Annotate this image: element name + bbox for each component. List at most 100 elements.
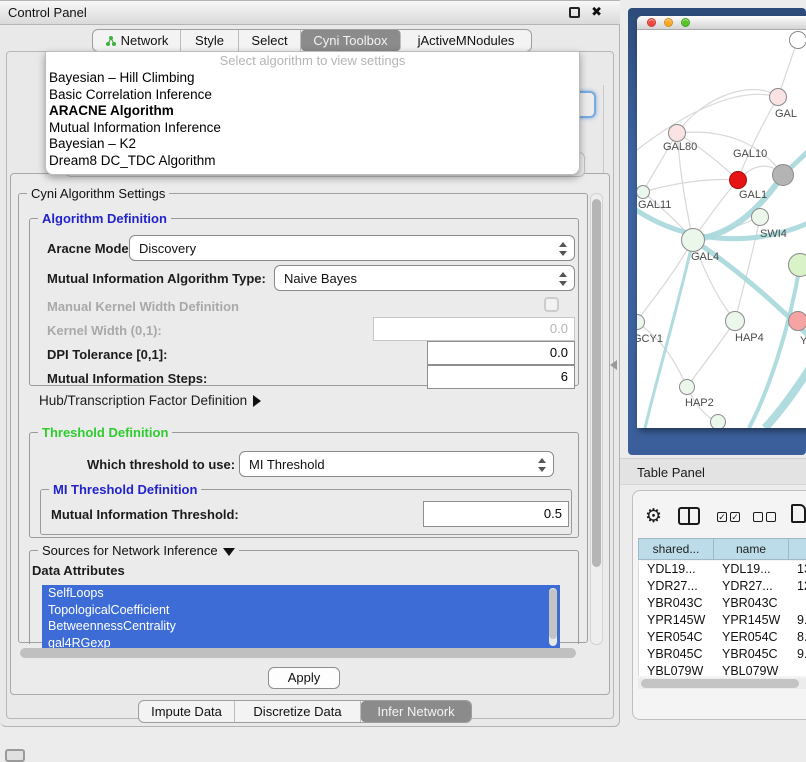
checked-box-icon[interactable]: ✓ xyxy=(730,512,740,522)
tab-cyni-toolbox[interactable]: Cyni Toolbox xyxy=(301,30,401,51)
node-label: GAL80 xyxy=(663,141,697,153)
table-panel-title: Table Panel xyxy=(637,465,705,480)
control-panel-titlebar[interactable]: Control Panel ✖ xyxy=(0,1,620,25)
network-node[interactable] xyxy=(769,88,787,106)
aracne-mode-combo[interactable]: Discovery xyxy=(129,235,575,261)
dropdown-item[interactable]: Basic Correlation Inference xyxy=(46,87,579,104)
node-label: GAL1 xyxy=(739,189,767,201)
dropdown-item[interactable]: Dream8 DC_TDC Algorithm xyxy=(46,153,579,170)
dpi-tolerance-field[interactable]: 0.0 xyxy=(427,341,575,365)
mi-threshold-definition-group: MI Threshold Definition Mutual Informati… xyxy=(40,489,572,535)
kernel-width-field[interactable]: 0.0 xyxy=(373,317,575,341)
dropdown-placeholder: Select algorithm to view settings xyxy=(46,52,579,70)
which-threshold-combo[interactable]: MI Threshold xyxy=(239,451,554,477)
table-doc-icon[interactable] xyxy=(791,504,806,523)
table-row[interactable]: YDR27...YDR27...12 xyxy=(639,578,806,595)
dropdown-item-selected[interactable]: ARACNE Algorithm xyxy=(46,103,579,120)
list-item-selected[interactable]: BetweennessCentrality xyxy=(42,618,560,635)
network-node[interactable] xyxy=(679,379,695,395)
algorithm-dropdown-popup: Select algorithm to view settings Bayesi… xyxy=(45,51,580,175)
tab-label: Infer Network xyxy=(377,704,454,719)
aracne-mode-label: Aracne Mode: xyxy=(47,241,133,256)
algorithm-definition-group: Algorithm Definition Aracne Mode: Discov… xyxy=(29,218,579,386)
which-threshold-label: Which threshold to use: xyxy=(87,457,235,472)
column-header[interactable] xyxy=(789,539,806,559)
settings-vertical-scrollbar[interactable] xyxy=(590,193,603,645)
dropdown-item[interactable]: Bayesian – Hill Climbing xyxy=(46,70,579,87)
close-icon[interactable]: ✖ xyxy=(591,4,602,20)
table-row[interactable]: YER054CYER054C8. xyxy=(639,629,806,646)
network-node[interactable] xyxy=(788,253,806,277)
mi-steps-label: Mutual Information Steps: xyxy=(47,371,207,386)
network-node[interactable] xyxy=(668,124,686,142)
network-node[interactable] xyxy=(772,164,794,186)
column-header[interactable]: name xyxy=(714,539,789,559)
stepper-arrows-icon xyxy=(559,242,567,256)
group-title: MI Threshold Definition xyxy=(49,482,201,497)
tab-jactivemnodules[interactable]: jActiveMNodules xyxy=(401,30,531,51)
cyni-bottom-tabbar: Impute Data Discretize Data Infer Networ… xyxy=(138,700,472,723)
unchecked-box-icon[interactable] xyxy=(766,512,776,522)
list-item-selected[interactable]: SelfLoops xyxy=(42,585,560,602)
tab-label: Select xyxy=(251,33,287,48)
node-label: HAP4 xyxy=(735,332,764,344)
network-node[interactable] xyxy=(789,31,806,49)
mi-threshold-field[interactable]: 0.5 xyxy=(423,501,569,527)
mi-steps-field[interactable]: 6 xyxy=(427,365,575,389)
table-body: YDL19...YDL19...13 YDR27...YDR27...12 YB… xyxy=(638,561,806,676)
float-panel-icon[interactable] xyxy=(569,7,580,18)
network-canvas[interactable]: GAL GAL80 GAL10 GAL11 GAL1 SWI4 GAL4 GCY… xyxy=(637,30,806,428)
group-title: Threshold Definition xyxy=(38,425,172,440)
zoom-traffic-light[interactable] xyxy=(681,18,690,27)
tab-style[interactable]: Style xyxy=(181,30,239,51)
tab-label: jActiveMNodules xyxy=(418,33,515,48)
mi-algorithm-type-combo[interactable]: Naive Bayes xyxy=(274,265,575,291)
splitter-collapse-icon[interactable] xyxy=(610,360,617,370)
dropdown-item[interactable]: Bayesian – K2 xyxy=(46,136,579,153)
close-traffic-light[interactable] xyxy=(647,18,656,27)
column-header[interactable]: shared... xyxy=(639,539,714,559)
sources-toggle[interactable]: Sources for Network Inference xyxy=(38,543,239,558)
list-scrollbar[interactable] xyxy=(549,588,557,646)
combo-value: Naive Bayes xyxy=(284,266,357,292)
tab-label: Cyni Toolbox xyxy=(313,33,387,48)
tab-impute-data[interactable]: Impute Data xyxy=(139,701,235,722)
tab-label: Discretize Data xyxy=(253,704,341,719)
manual-kernel-checkbox[interactable] xyxy=(544,297,559,312)
node-label: GAL xyxy=(775,108,797,120)
table-row[interactable]: YBR045CYBR045C9. xyxy=(639,646,806,663)
network-node[interactable] xyxy=(788,311,806,331)
tab-infer-network[interactable]: Infer Network xyxy=(361,701,471,722)
tab-select[interactable]: Select xyxy=(239,30,301,51)
table-row[interactable]: YBR043CYBR043C xyxy=(639,595,806,612)
checked-box-icon[interactable]: ✓ xyxy=(717,512,727,522)
tab-network[interactable]: Network xyxy=(93,30,181,51)
columns-icon[interactable] xyxy=(678,507,700,525)
network-node[interactable] xyxy=(710,414,726,428)
table-row[interactable]: YPR145WYPR145W9. xyxy=(639,612,806,629)
minimized-panel-icon[interactable] xyxy=(5,749,25,762)
dropdown-item[interactable]: Mutual Information Inference xyxy=(46,120,579,137)
unchecked-box-icon[interactable] xyxy=(753,512,763,522)
group-title: Algorithm Definition xyxy=(38,211,171,226)
hub-definition-label: Hub/Transcription Factor Definition xyxy=(39,393,247,408)
table-row[interactable]: YDL19...YDL19...13 xyxy=(639,561,806,578)
tab-label: Impute Data xyxy=(151,704,222,719)
settings-horizontal-scrollbar[interactable] xyxy=(18,647,588,659)
apply-button[interactable]: Apply xyxy=(268,667,340,689)
network-node-selected[interactable] xyxy=(729,171,747,189)
network-node[interactable] xyxy=(681,228,705,252)
network-node[interactable] xyxy=(725,311,745,331)
hidden-groupbox-edge xyxy=(603,85,604,173)
table-panel-header[interactable]: Table Panel xyxy=(620,458,806,485)
list-item-selected[interactable]: TopologicalCoefficient xyxy=(42,602,560,619)
hub-definition-toggle[interactable]: Hub/Transcription Factor Definition xyxy=(39,393,261,408)
table-horizontal-scrollbar[interactable] xyxy=(638,678,806,689)
network-window-titlebar[interactable] xyxy=(637,16,806,30)
tab-discretize-data[interactable]: Discretize Data xyxy=(235,701,361,722)
minimize-traffic-light[interactable] xyxy=(664,18,673,27)
network-node[interactable] xyxy=(751,208,769,226)
table-row[interactable]: YBL079WYBL079W xyxy=(639,663,806,676)
control-panel-tabbar: Network Style Select Cyni Toolbox jActiv… xyxy=(92,29,532,52)
gear-icon[interactable]: ⚙ xyxy=(645,505,662,528)
